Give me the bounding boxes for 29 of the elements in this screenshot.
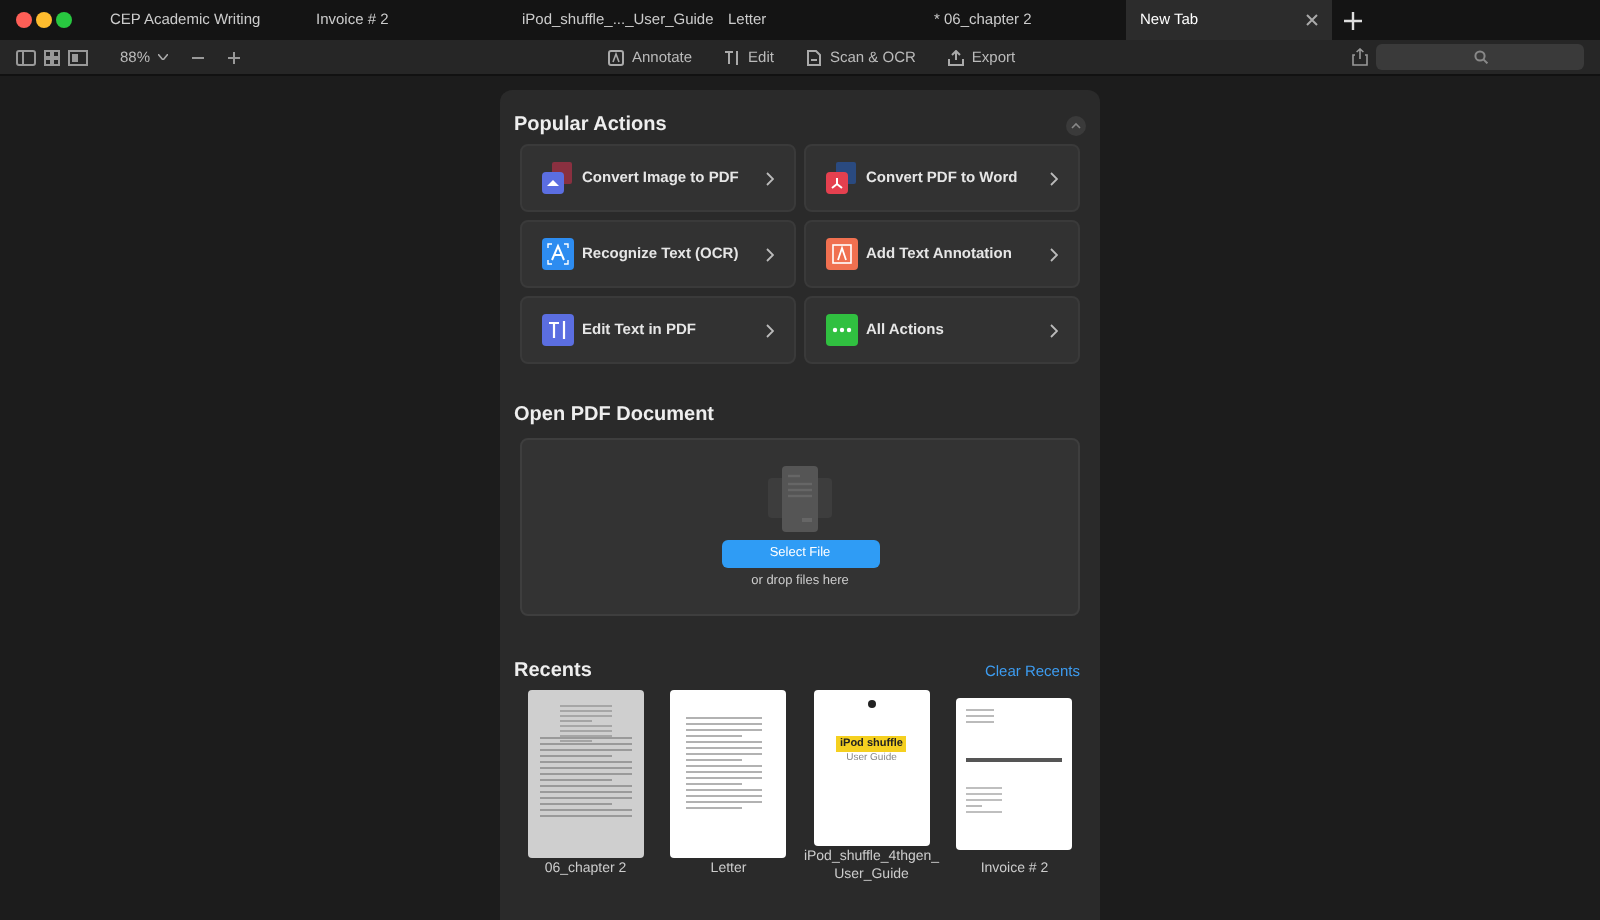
sidebar-icon bbox=[16, 49, 36, 65]
chevron-right-icon bbox=[766, 247, 774, 261]
collapse-icon bbox=[1066, 115, 1086, 135]
scanned-page-thumbnail[interactable] bbox=[527, 690, 644, 858]
chevron-right-icon bbox=[1050, 323, 1058, 337]
chevron-right-icon bbox=[1050, 171, 1058, 185]
chevron-right-icon bbox=[766, 171, 774, 185]
close-icon bbox=[1306, 14, 1318, 26]
plus-icon bbox=[228, 51, 241, 63]
section-heading: Recents bbox=[514, 658, 592, 686]
document-stack-icon bbox=[764, 463, 836, 536]
letter-thumbnail[interactable] bbox=[670, 690, 787, 858]
chevron-right-icon bbox=[1050, 247, 1058, 261]
thumbnail-view-icon bbox=[68, 49, 88, 65]
search-icon bbox=[1473, 50, 1487, 64]
share-icon bbox=[1352, 48, 1368, 66]
text-cursor-icon bbox=[724, 49, 741, 65]
section-heading: Popular Actions bbox=[514, 112, 667, 140]
caret-icon bbox=[158, 54, 169, 60]
search-field[interactable] bbox=[1376, 44, 1584, 70]
invoice-thumbnail[interactable] bbox=[956, 698, 1073, 850]
plus-icon bbox=[1344, 11, 1362, 29]
chevron-right-icon bbox=[766, 323, 774, 337]
grid-icon bbox=[44, 49, 60, 65]
minus-icon bbox=[192, 55, 205, 59]
section-heading: Open PDF Document bbox=[514, 402, 717, 430]
export-icon bbox=[947, 49, 964, 65]
document-icon bbox=[805, 49, 822, 65]
annotate-icon bbox=[608, 49, 624, 65]
